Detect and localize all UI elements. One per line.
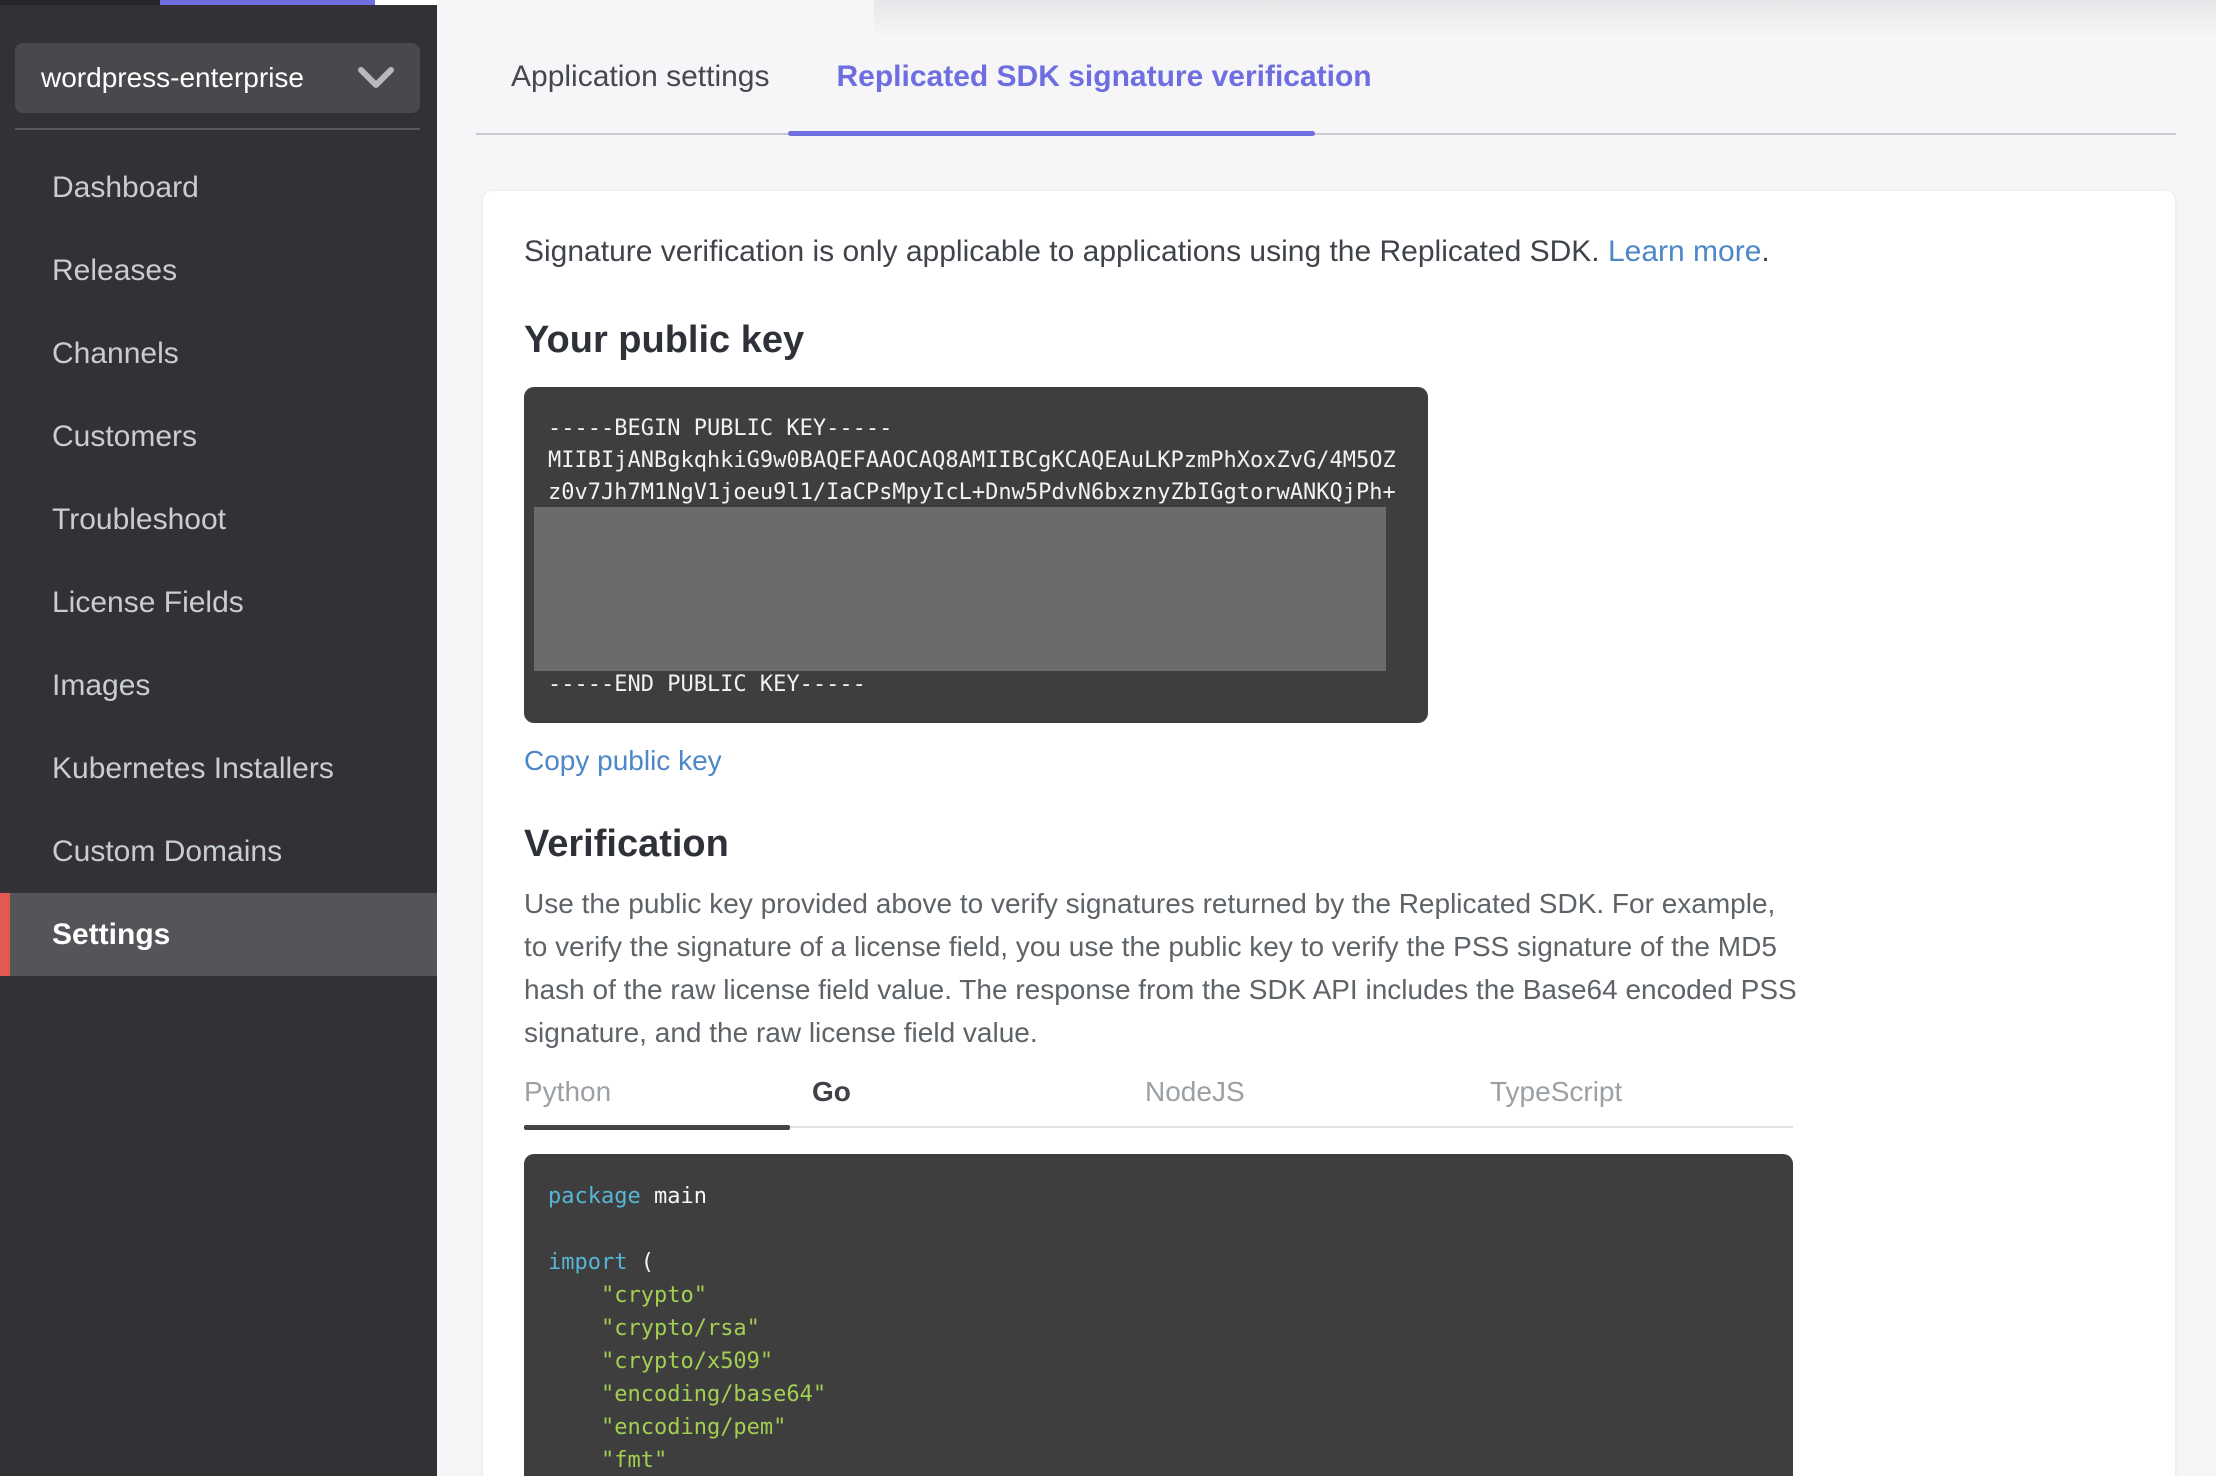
sidebar-item-channels[interactable]: Channels xyxy=(0,312,437,395)
code-tab-nodejs[interactable]: NodeJS xyxy=(1145,1076,1245,1108)
vendor-portal-page: wordpress-enterprise Dashboard Releases Ch… xyxy=(0,0,2216,1476)
public-key-block: -----BEGIN PUBLIC KEY----- MIIBIjANBgkqhk… xyxy=(524,387,1428,723)
code-tab-typescript[interactable]: TypeScript xyxy=(1490,1076,1622,1108)
sidebar: wordpress-enterprise Dashboard Releases Ch… xyxy=(0,0,437,1476)
app-selector-dropdown[interactable]: wordpress-enterprise xyxy=(15,43,420,113)
code-line: "encoding/base64" xyxy=(600,1382,827,1407)
sidebar-item-settings[interactable]: Settings xyxy=(0,893,437,976)
code-line: "encoding/pem" xyxy=(600,1415,787,1440)
verification-heading: Verification xyxy=(524,823,729,865)
settings-tabs: Application settings Replicated SDK signa… xyxy=(511,60,1372,104)
copy-public-key-link[interactable]: Copy public key xyxy=(524,745,722,777)
intro-text: Signature verification is only applicabl… xyxy=(524,231,2175,273)
settings-card: Signature verification is only applicabl… xyxy=(483,191,2175,1476)
intro-text-suffix: . xyxy=(1761,235,1770,268)
sidebar-item-releases[interactable]: Releases xyxy=(0,229,437,312)
sidebar-divider xyxy=(15,128,420,130)
top-nav-strip xyxy=(0,0,2216,5)
active-tab-underline xyxy=(788,131,1315,136)
public-key-line: MIIBIjANBgkqhkiG9w0BAQEFAAOCAQ8AMIIBCgKC… xyxy=(548,448,1396,473)
code-line: "crypto" xyxy=(600,1283,707,1308)
verification-body: Use the public key provided above to ver… xyxy=(524,888,1797,1048)
sidebar-item-troubleshoot[interactable]: Troubleshoot xyxy=(0,478,437,561)
code-line: "crypto/rsa" xyxy=(600,1316,760,1341)
top-nav-strip-light xyxy=(375,0,437,5)
code-lang-tabs: Go NodeJS TypeScript Python xyxy=(524,1076,1793,1130)
learn-more-link[interactable]: Learn more xyxy=(1608,235,1761,268)
tabs-divider xyxy=(476,133,2176,135)
code-line: "fmt" xyxy=(600,1448,668,1473)
code-tab-go[interactable]: Go xyxy=(812,1076,851,1108)
public-key-text: -----BEGIN PUBLIC KEY----- MIIBIjANBgkqhk… xyxy=(548,413,1404,509)
app-selector-label: wordpress-enterprise xyxy=(41,62,304,93)
code-line: import ( xyxy=(548,1250,654,1275)
public-key-heading: Your public key xyxy=(524,319,805,361)
code-line: "crypto/x509" xyxy=(600,1349,774,1374)
sidebar-item-images[interactable]: Images xyxy=(0,644,437,727)
sidebar-nav: Dashboard Releases Channels Customers Troubl… xyxy=(0,146,437,976)
code-lines: package main import ( "crypto" "crypto/r… xyxy=(548,1180,1769,1476)
top-nav-active-indicator xyxy=(160,0,375,5)
sidebar-item-dashboard[interactable]: Dashboard xyxy=(0,146,437,229)
public-key-line: -----BEGIN PUBLIC KEY----- xyxy=(548,416,893,441)
code-block: package main import ( "crypto" "crypto/r… xyxy=(524,1154,1793,1476)
intro-text-body: Signature verification is only applicabl… xyxy=(524,235,1608,268)
code-line: package main xyxy=(548,1184,707,1209)
sidebar-item-kubernetes-installers[interactable]: Kubernetes Installers xyxy=(0,727,437,810)
tab-replicated-sdk-signature-verification[interactable]: Replicated SDK signature verification xyxy=(837,60,1372,104)
sidebar-item-custom-domains[interactable]: Custom Domains xyxy=(0,810,437,893)
public-key-end-line: -----END PUBLIC KEY----- xyxy=(548,672,866,697)
main-content: Application settings Replicated SDK signa… xyxy=(437,0,2216,1476)
sidebar-item-license-fields[interactable]: License Fields xyxy=(0,561,437,644)
active-code-tab-underline xyxy=(524,1125,790,1130)
public-key-line: z0v7Jh7M1NgV1joeu9l1/IaCPsMpyIcL+Dnw5Pdv… xyxy=(548,480,1396,505)
sidebar-item-customers[interactable]: Customers xyxy=(0,395,437,478)
code-tab-python[interactable]: Python xyxy=(524,1076,611,1108)
public-key-redacted-region xyxy=(534,507,1386,671)
main-top-gradient xyxy=(874,0,2216,38)
chevron-down-icon xyxy=(358,67,394,88)
top-nav-strip-dark xyxy=(0,0,160,5)
tab-application-settings[interactable]: Application settings xyxy=(511,60,770,104)
